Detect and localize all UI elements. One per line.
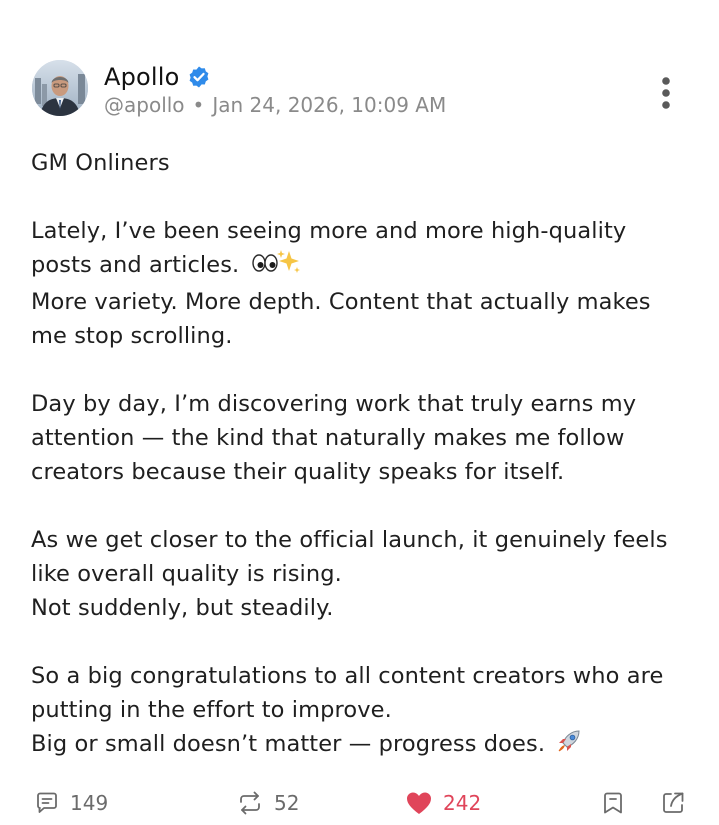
bookmark-button[interactable] — [601, 786, 625, 820]
post-line-text: posts and articles. — [31, 252, 240, 278]
bookmark-icon — [604, 792, 622, 814]
post-line: me stop scrolling. — [31, 323, 233, 349]
share-icon — [663, 792, 684, 813]
heart-icon — [407, 792, 431, 814]
emoji-graphic — [558, 730, 580, 752]
author-meta-row: @apollo • Jan 24, 2026, 10:09 AM — [104, 93, 446, 117]
author-handle[interactable]: @apollo — [104, 93, 185, 117]
repost-icon — [240, 791, 260, 815]
meta-separator: • — [192, 93, 205, 117]
more-options-button[interactable] — [648, 74, 684, 114]
post-line: More variety. More depth. Content that a… — [31, 289, 651, 315]
eyes-sparkles-emoji — [251, 249, 301, 285]
post-line-text: Big or small doesn’t matter — progress d… — [31, 731, 546, 757]
like-button[interactable]: 242 — [405, 786, 481, 820]
post-timestamp[interactable]: Jan 24, 2026, 10:09 AM — [212, 93, 446, 117]
post-line: So a big congratulations to all content … — [31, 663, 664, 689]
like-count: 242 — [443, 791, 482, 815]
post-line: like overall quality is rising. — [31, 561, 342, 587]
post-line: creators because their quality speaks fo… — [31, 459, 565, 485]
comment-count: 149 — [70, 791, 109, 815]
post-line: GM Onliners — [31, 150, 170, 176]
share-button[interactable] — [660, 786, 686, 820]
post-body: GM Onliners Lately, I’ve been seeing mor… — [31, 146, 696, 764]
post-line: Lately, I’ve been seeing more and more h… — [31, 218, 627, 244]
repost-count: 52 — [274, 791, 300, 815]
author-display-name[interactable]: Apollo — [104, 63, 180, 91]
post-line: As we get closer to the official launch,… — [31, 527, 668, 553]
post-line: attention — the kind that naturally make… — [31, 425, 625, 451]
more-vertical-icon — [662, 77, 670, 109]
author-avatar[interactable] — [32, 60, 88, 116]
post-line: putting in the effort to improve. — [31, 697, 392, 723]
author-name-row: Apollo — [104, 62, 211, 92]
comment-icon — [37, 792, 57, 813]
emoji-graphic — [251, 250, 300, 273]
post-card: Apollo @apollo • Jan 24, 2026, 10:09 AM … — [0, 0, 719, 825]
post-line: Day by day, I’m discovering work that tr… — [31, 391, 637, 417]
post-action-bar: 149 52 242 — [0, 786, 719, 822]
post-line-with-emoji: posts and articles. — [31, 248, 696, 285]
avatar-image — [32, 60, 88, 116]
post-line: Not suddenly, but steadily. — [31, 595, 334, 621]
post-line-with-emoji: Big or small doesn’t matter — progress d… — [31, 727, 696, 764]
verified-badge-icon — [187, 65, 211, 89]
comment-button[interactable]: 149 — [34, 786, 108, 820]
post-header: Apollo @apollo • Jan 24, 2026, 10:09 AM — [32, 60, 692, 124]
repost-button[interactable]: 52 — [236, 786, 299, 820]
rocket-emoji — [556, 728, 582, 764]
